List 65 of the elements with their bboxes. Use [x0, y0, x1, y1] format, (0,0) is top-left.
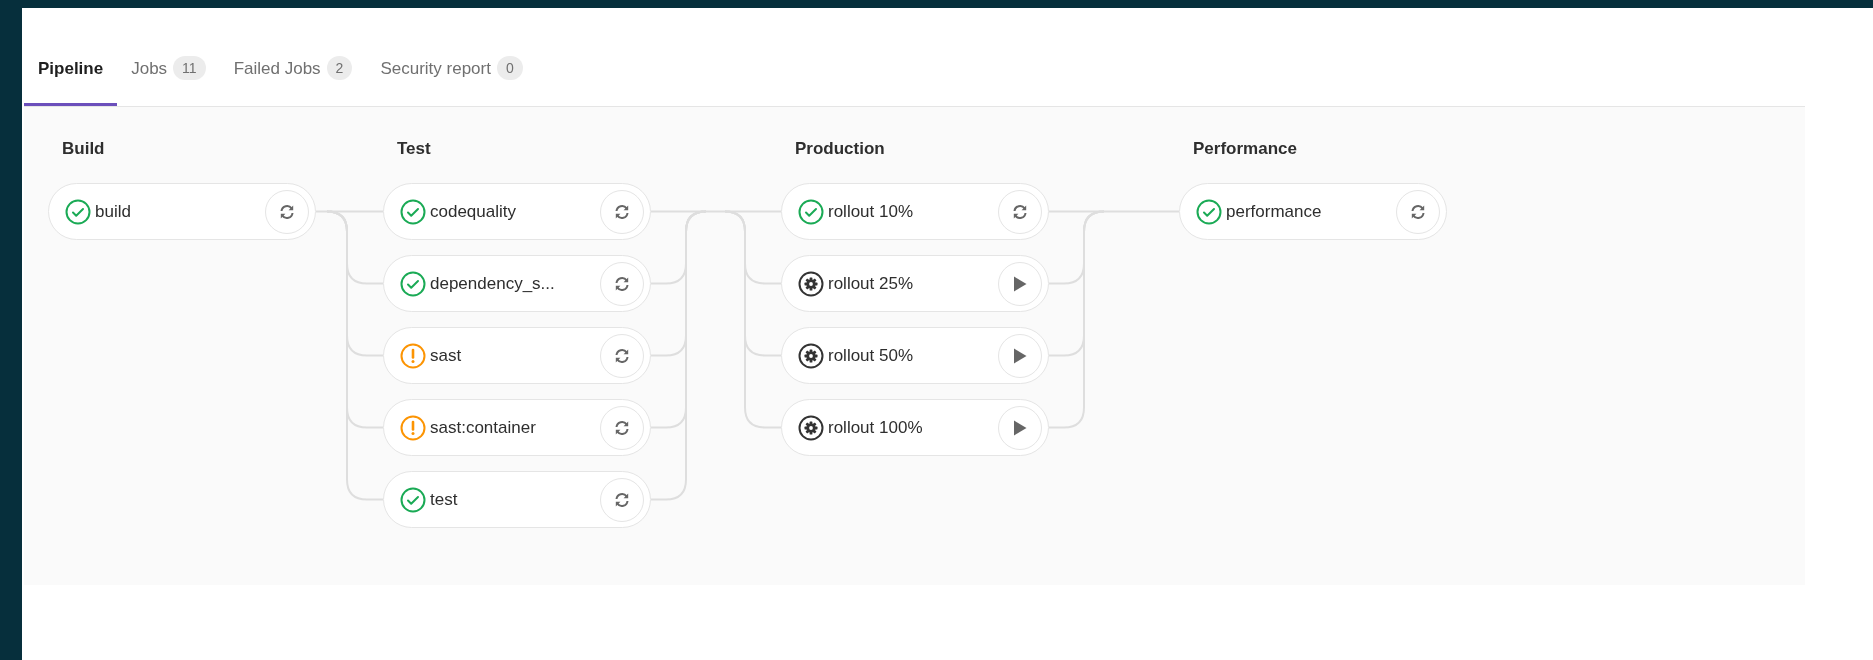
job-name: dependency_s...: [430, 272, 556, 295]
stage-title: Build: [62, 139, 105, 158]
retry-button[interactable]: [600, 405, 644, 450]
play-button[interactable]: [998, 405, 1042, 450]
retry-button[interactable]: [998, 189, 1042, 234]
retry-icon: [1011, 202, 1029, 221]
check-circle-icon: [1196, 198, 1222, 225]
job-name: rollout 50%: [828, 344, 915, 367]
count-badge: 11: [173, 56, 206, 80]
stage-title: Production: [795, 139, 885, 158]
job-card[interactable]: rollout 50%: [781, 327, 1049, 384]
gear-icon: [798, 414, 824, 441]
job-card[interactable]: codequality: [383, 183, 651, 240]
count-badge: 0: [496, 56, 523, 80]
job-name: sast:container: [430, 416, 537, 439]
check-circle-icon: [65, 198, 91, 225]
gear-icon: [798, 270, 824, 297]
retry-icon: [613, 202, 631, 221]
play-icon: [1013, 347, 1027, 364]
job-card[interactable]: rollout 100%: [781, 399, 1049, 456]
check-circle-icon: [400, 270, 426, 297]
retry-button[interactable]: [600, 261, 644, 306]
stage-title: Test: [397, 139, 431, 158]
retry-button[interactable]: [600, 477, 644, 522]
retry-icon: [278, 202, 296, 221]
job-name: rollout 10%: [828, 200, 915, 223]
warning-icon: [400, 342, 426, 369]
job-name: rollout 25%: [828, 272, 915, 295]
job-name: sast: [430, 344, 463, 367]
job-name: performance: [1226, 200, 1323, 223]
stage-title: Performance: [1193, 139, 1297, 158]
retry-icon: [613, 490, 631, 509]
job-name: codequality: [430, 200, 517, 223]
retry-icon: [613, 274, 631, 293]
check-circle-icon: [798, 198, 824, 225]
job-name: rollout 100%: [828, 416, 924, 439]
retry-button[interactable]: [1396, 189, 1440, 234]
job-card[interactable]: rollout 10%: [781, 183, 1049, 240]
job-card[interactable]: sast:container: [383, 399, 651, 456]
play-icon: [1013, 275, 1027, 292]
retry-icon: [613, 418, 631, 437]
play-button[interactable]: [998, 261, 1042, 306]
retry-icon: [613, 346, 631, 365]
tab[interactable]: Security report 0: [366, 44, 537, 106]
tab[interactable]: Jobs 11: [117, 44, 220, 106]
retry-button[interactable]: [265, 189, 309, 234]
gear-icon: [798, 342, 824, 369]
job-name: test: [430, 488, 459, 511]
job-card[interactable]: performance: [1179, 183, 1447, 240]
job-card[interactable]: test: [383, 471, 651, 528]
tab[interactable]: Failed Jobs 2: [219, 44, 367, 106]
check-circle-icon: [400, 486, 426, 513]
retry-button[interactable]: [600, 189, 644, 234]
warning-icon: [400, 414, 426, 441]
retry-button[interactable]: [600, 333, 644, 378]
play-icon: [1013, 419, 1027, 436]
job-card[interactable]: dependency_s...: [383, 255, 651, 312]
job-card[interactable]: rollout 25%: [781, 255, 1049, 312]
play-button[interactable]: [998, 333, 1042, 378]
job-name: build: [95, 200, 132, 223]
check-circle-icon: [400, 198, 426, 225]
count-badge: 2: [326, 56, 353, 80]
job-card[interactable]: build: [48, 183, 316, 240]
retry-icon: [1409, 202, 1427, 221]
job-card[interactable]: sast: [383, 327, 651, 384]
